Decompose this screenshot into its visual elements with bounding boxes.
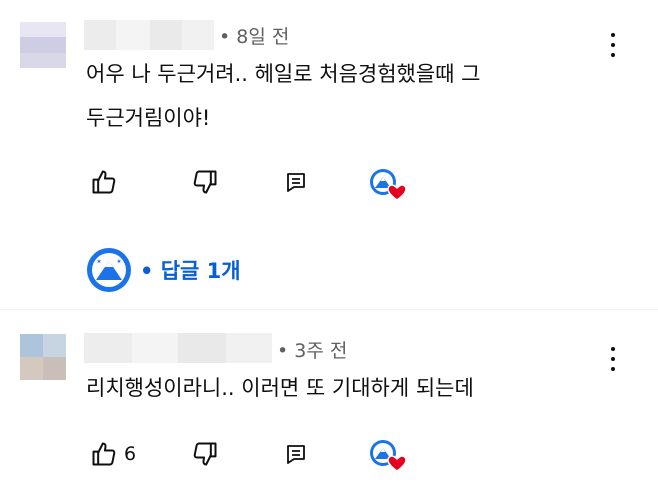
reply-button[interactable] xyxy=(284,442,308,466)
comment-options-icon[interactable] xyxy=(603,344,623,374)
channel-avatar-icon xyxy=(87,248,131,292)
comment-text-line-1: 리치행성이라니.. 이러면 또 기대하게 되는데 xyxy=(86,376,474,400)
username-blurred[interactable] xyxy=(84,333,272,363)
thumbs-up-icon xyxy=(92,170,116,194)
creator-heart-badge xyxy=(368,438,408,474)
comment-text-line-1: 어우 나 두근거려.. 헤일로 처음경험했을때 그 xyxy=(86,62,481,86)
avatar[interactable] xyxy=(20,22,66,68)
comment-timestamp: • 3주 전 xyxy=(277,340,348,362)
reply-button[interactable] xyxy=(284,170,308,194)
thumbs-down-icon xyxy=(193,442,217,466)
like-count: 6 xyxy=(124,443,137,465)
dislike-button[interactable] xyxy=(191,440,219,468)
comment-text-line-2: 두근거림이야! xyxy=(86,106,211,130)
view-replies-button[interactable]: • 답글 1개 xyxy=(86,244,241,296)
like-button[interactable] xyxy=(90,168,118,196)
comment-options-icon[interactable] xyxy=(603,30,623,60)
creator-heart-icon xyxy=(370,440,407,472)
comment-reply-icon xyxy=(287,173,305,192)
thumbs-up-icon xyxy=(92,442,116,466)
like-button[interactable] xyxy=(90,440,118,468)
creator-heart-icon xyxy=(370,169,407,201)
comment-reply-icon xyxy=(287,445,305,464)
comment-divider xyxy=(0,309,658,310)
comment-timestamp: • 8일 전 xyxy=(219,26,290,48)
username-blurred[interactable] xyxy=(84,20,214,50)
thumbs-down-icon xyxy=(193,170,217,194)
avatar[interactable] xyxy=(20,334,66,380)
replies-count-label[interactable]: • 답글 1개 xyxy=(140,255,241,285)
creator-heart-badge xyxy=(368,167,408,203)
dislike-button[interactable] xyxy=(191,168,219,196)
